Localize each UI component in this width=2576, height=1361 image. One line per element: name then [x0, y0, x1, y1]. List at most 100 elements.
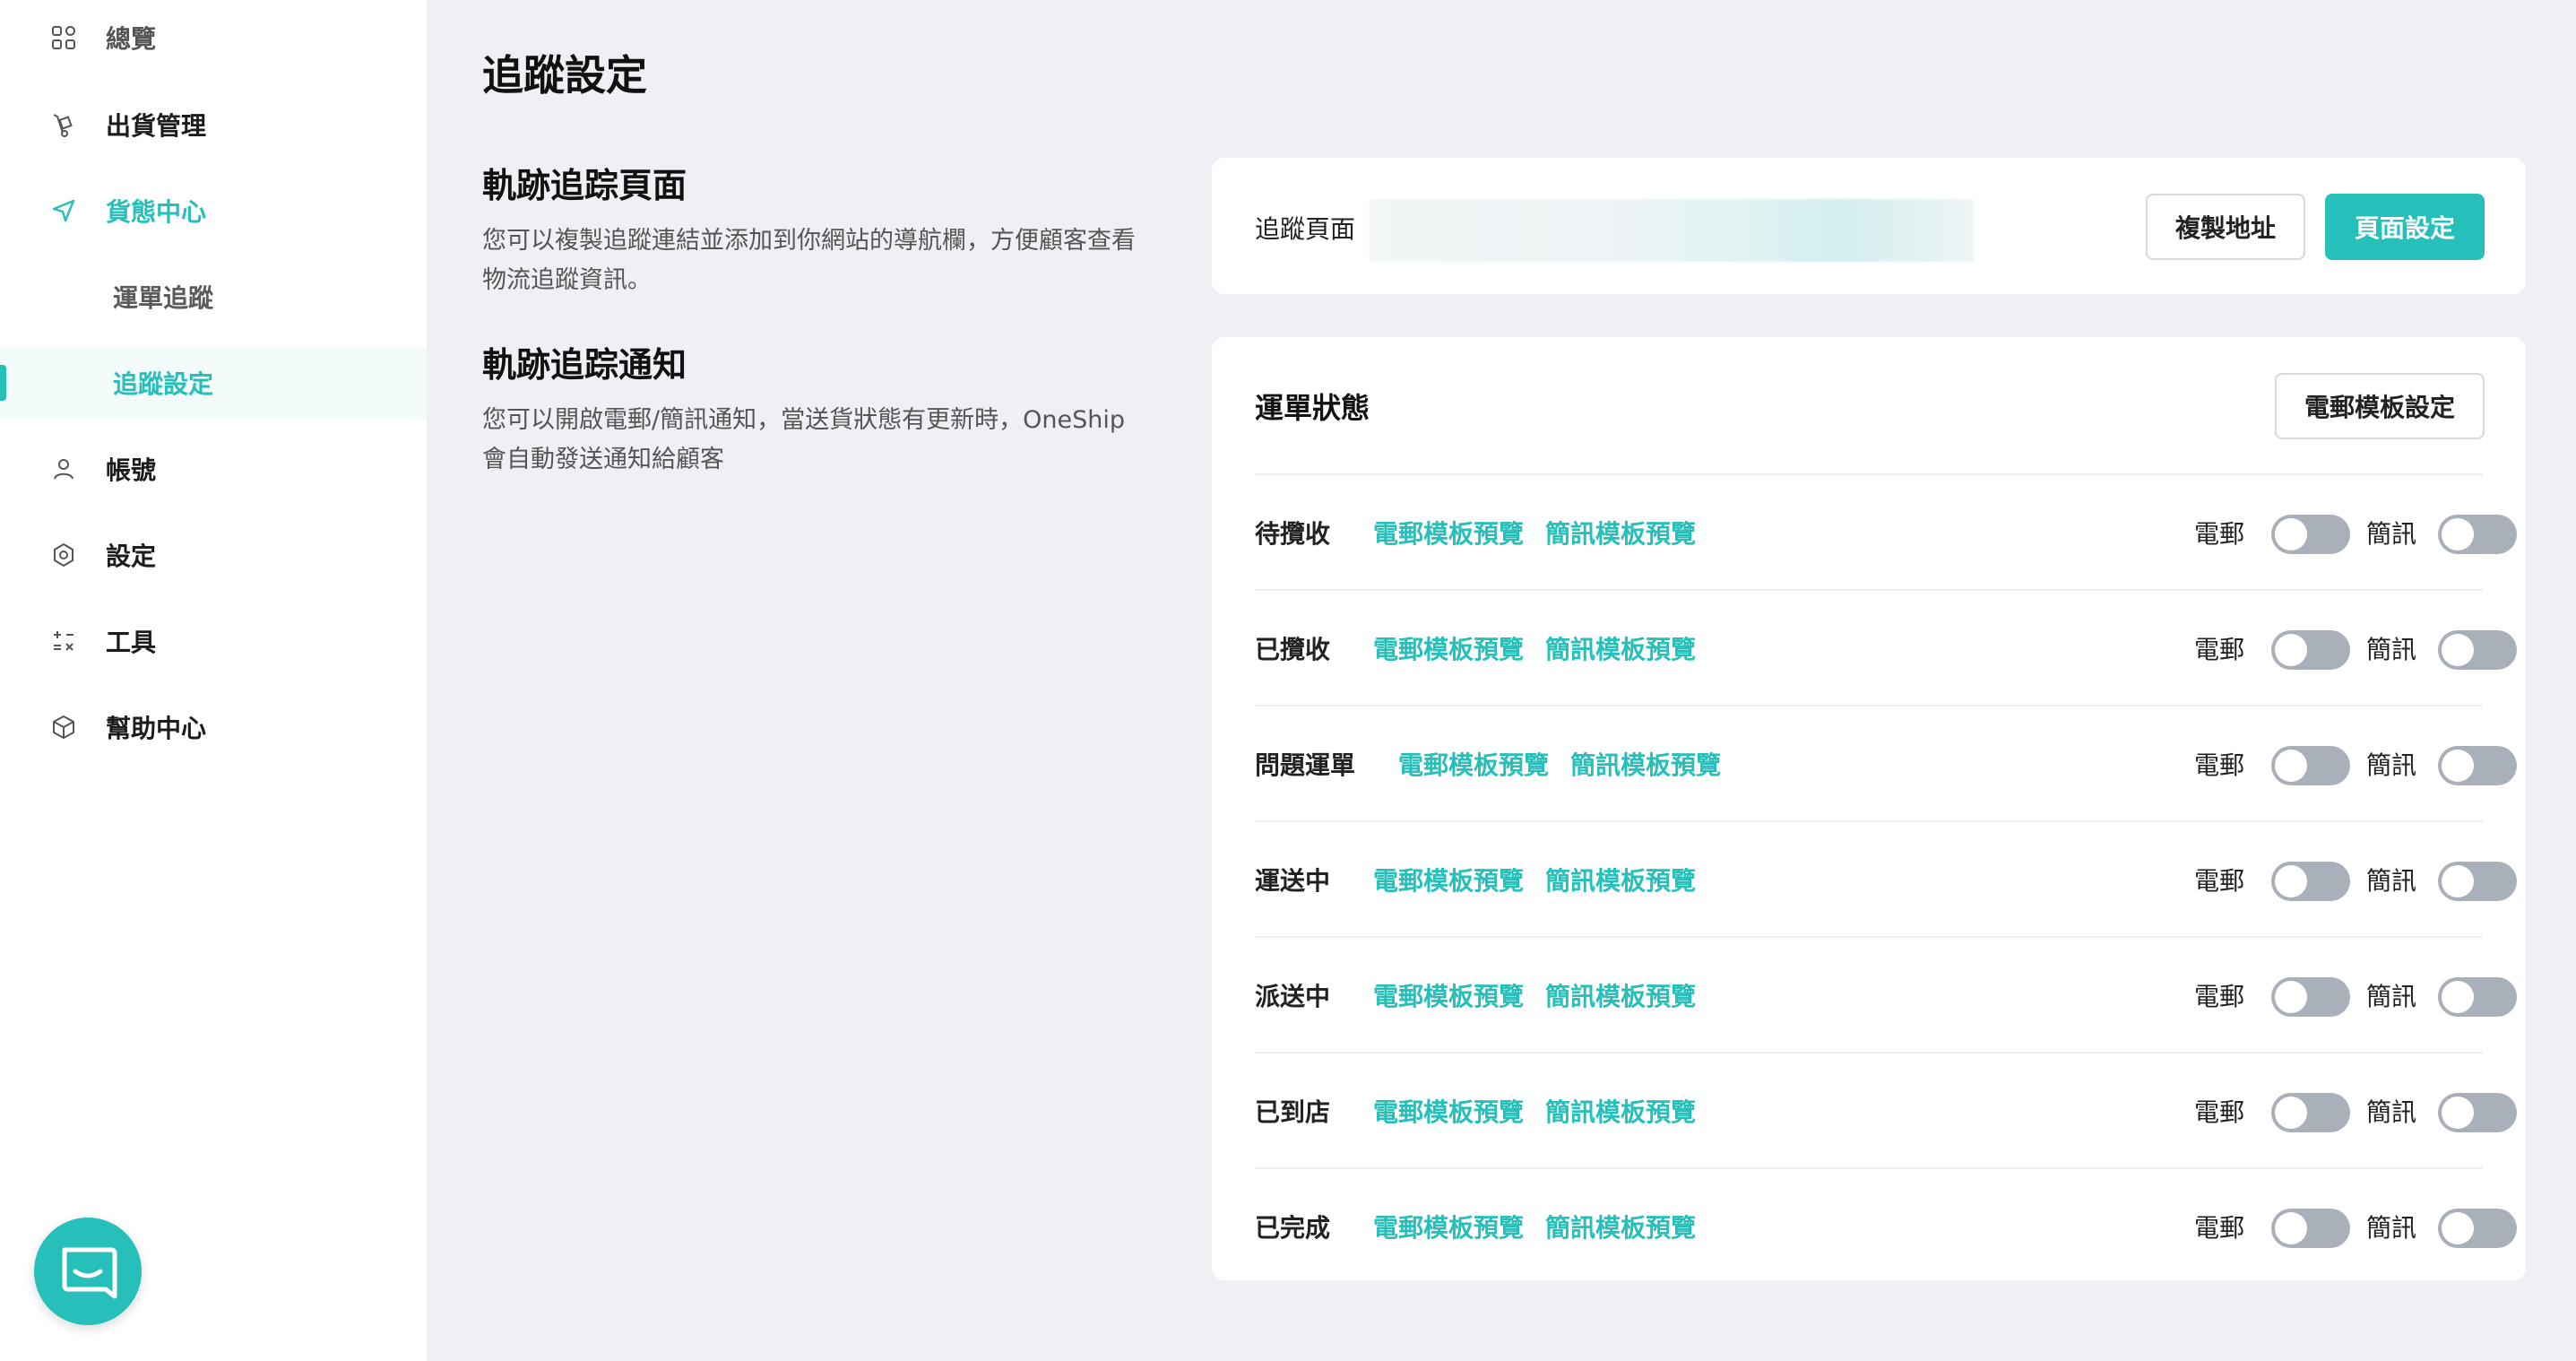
active-indicator	[0, 365, 6, 401]
toggle-knob	[2442, 981, 2474, 1013]
sms-template-preview-link[interactable]: 簡訊模板預覽	[1545, 515, 1696, 550]
desc-line: 您可以複製追蹤連結並添加到你網站的導航欄，方便顧客查看	[482, 227, 1136, 255]
email-template-settings-button[interactable]: 電郵模板設定	[2275, 373, 2485, 439]
status-name: 已攬收	[1255, 635, 1331, 664]
toggle-knob	[2442, 634, 2474, 666]
status-name: 問題運單	[1255, 750, 1356, 780]
toggle-knob	[2442, 750, 2474, 782]
sidebar-item-account[interactable]: 帳號	[0, 433, 427, 505]
calculator-icon	[54, 631, 73, 651]
toggle-knob	[2275, 1212, 2307, 1244]
toggle-knob	[2442, 865, 2474, 897]
toggle-knob	[2275, 634, 2307, 666]
sms-toggle-label: 簡訊	[2366, 866, 2417, 896]
sidebar-item-label: 追蹤設定	[113, 369, 214, 399]
sms-template-preview-link[interactable]: 簡訊模板預覽	[1570, 746, 1721, 782]
sms-toggle-label: 簡訊	[2366, 1213, 2417, 1243]
tracking-page-section-desc: 您可以複製追蹤連結並添加到你網站的導航欄，方便顧客查看 物流追蹤資訊。	[482, 221, 1172, 300]
email-toggle-label: 電郵	[2194, 519, 2245, 549]
status-name: 已到店	[1255, 1097, 1331, 1127]
tracking-page-card: 追蹤頁面 複製地址 頁面設定	[1212, 158, 2526, 294]
email-toggle[interactable]	[2271, 977, 2350, 1017]
sms-template-preview-link[interactable]: 簡訊模板預覽	[1545, 630, 1696, 666]
sidebar-item-tracking-center[interactable]: 貨態中心	[0, 175, 427, 247]
sms-toggle-label: 簡訊	[2366, 519, 2417, 549]
email-toggle-label: 電郵	[2194, 866, 2245, 896]
email-toggle[interactable]	[2271, 515, 2350, 554]
email-toggle-label: 電郵	[2194, 750, 2245, 780]
status-row: 已攬收 電郵模板預覽 簡訊模板預覽 電郵 簡訊	[1255, 589, 2517, 704]
email-toggle[interactable]	[2271, 630, 2350, 670]
sms-template-preview-link[interactable]: 簡訊模板預覽	[1545, 977, 1696, 1013]
email-template-preview-link[interactable]: 電郵模板預覽	[1373, 630, 1524, 666]
sms-toggle[interactable]	[2438, 746, 2517, 785]
sms-template-preview-link[interactable]: 簡訊模板預覽	[1545, 1209, 1696, 1244]
email-template-preview-link[interactable]: 電郵模板預覽	[1373, 977, 1524, 1013]
sms-toggle-label: 簡訊	[2366, 750, 2417, 780]
toggle-knob	[2275, 1097, 2307, 1129]
waybill-status-title: 運單狀態	[1255, 391, 1370, 425]
sidebar-item-label: 工具	[106, 628, 157, 657]
sidebar: 總覽 出貨管理 貨態中心 運單追蹤 追蹤設定 帳號 設定 工具 幫助中心	[0, 0, 427, 1361]
email-toggle[interactable]	[2271, 862, 2350, 901]
email-toggle[interactable]	[2271, 746, 2350, 785]
sms-template-preview-link[interactable]: 簡訊模板預覽	[1545, 862, 1696, 897]
email-toggle[interactable]	[2271, 1093, 2350, 1132]
status-row: 待攬收 電郵模板預覽 簡訊模板預覽 電郵 簡訊	[1255, 473, 2517, 588]
sidebar-item-label: 貨態中心	[106, 197, 207, 227]
sidebar-item-label: 設定	[106, 542, 157, 571]
email-template-preview-link[interactable]: 電郵模板預覽	[1373, 1209, 1524, 1244]
toggle-knob	[2442, 1212, 2474, 1244]
status-row: 已到店 電郵模板預覽 簡訊模板預覽 電郵 簡訊	[1255, 1052, 2517, 1166]
status-name: 運送中	[1255, 866, 1331, 896]
page-title: 追蹤設定	[482, 51, 647, 100]
sidebar-item-shipping[interactable]: 出貨管理	[0, 89, 427, 160]
status-name: 已完成	[1255, 1213, 1331, 1243]
dolly-icon	[53, 114, 73, 137]
sidebar-item-waybill-tracking[interactable]: 運單追蹤	[0, 261, 427, 333]
page-settings-button[interactable]: 頁面設定	[2325, 194, 2485, 260]
sidebar-item-settings[interactable]: 設定	[0, 519, 427, 591]
grid-icon	[52, 26, 75, 49]
tracking-notify-section-desc: 您可以開啟電郵/簡訊通知，當送貨狀態有更新時，OneShip 會自動發送通知給顧…	[482, 401, 1172, 480]
sidebar-item-overview[interactable]: 總覽	[0, 2, 427, 74]
chat-icon	[62, 1247, 117, 1299]
waybill-status-card: 運單狀態 電郵模板設定 待攬收 電郵模板預覽 簡訊模板預覽 電郵 簡訊 已攬收 電郵模板預覽…	[1212, 337, 2526, 1280]
copy-address-button[interactable]: 複製地址	[2146, 194, 2305, 260]
email-toggle-label: 電郵	[2194, 1097, 2245, 1127]
toggle-knob	[2275, 750, 2307, 782]
sidebar-item-help-center[interactable]: 幫助中心	[0, 691, 427, 763]
toggle-knob	[2275, 865, 2307, 897]
sidebar-item-tracking-settings[interactable]: 追蹤設定	[0, 347, 427, 419]
status-row: 派送中 電郵模板預覽 簡訊模板預覽 電郵 簡訊	[1255, 936, 2517, 1051]
sms-toggle[interactable]	[2438, 630, 2517, 670]
navigation-arrow-icon	[52, 199, 75, 222]
sms-toggle[interactable]	[2438, 1209, 2517, 1248]
toggle-knob	[2442, 1097, 2474, 1129]
sms-toggle-label: 簡訊	[2366, 635, 2417, 664]
sms-template-preview-link[interactable]: 簡訊模板預覽	[1545, 1093, 1696, 1129]
chat-button[interactable]	[34, 1218, 142, 1325]
tracking-notify-section-title: 軌跡追踪通知	[482, 345, 687, 385]
sms-toggle[interactable]	[2438, 515, 2517, 554]
email-template-preview-link[interactable]: 電郵模板預覽	[1373, 862, 1524, 897]
sms-toggle[interactable]	[2438, 1093, 2517, 1132]
tracking-page-label: 追蹤頁面	[1255, 214, 1356, 244]
email-template-preview-link[interactable]: 電郵模板預覽	[1398, 746, 1549, 782]
hexagon-settings-icon	[54, 542, 73, 568]
desc-line: 物流追蹤資訊。	[482, 266, 652, 294]
email-toggle-label: 電郵	[2194, 635, 2245, 664]
sidebar-item-label: 總覽	[106, 24, 157, 54]
sidebar-item-label: 幫助中心	[106, 714, 207, 743]
sms-toggle[interactable]	[2438, 862, 2517, 901]
desc-line: 您可以開啟電郵/簡訊通知，當送貨狀態有更新時，OneShip	[482, 406, 1125, 434]
status-name: 派送中	[1255, 982, 1331, 1011]
sms-toggle[interactable]	[2438, 977, 2517, 1017]
sidebar-item-tools[interactable]: 工具	[0, 605, 427, 677]
email-template-preview-link[interactable]: 電郵模板預覽	[1373, 1093, 1524, 1129]
email-toggle-label: 電郵	[2194, 1213, 2245, 1243]
email-toggle[interactable]	[2271, 1209, 2350, 1248]
sidebar-item-label: 運單追蹤	[113, 283, 214, 313]
email-template-preview-link[interactable]: 電郵模板預覽	[1373, 515, 1524, 550]
toggle-knob	[2275, 981, 2307, 1013]
